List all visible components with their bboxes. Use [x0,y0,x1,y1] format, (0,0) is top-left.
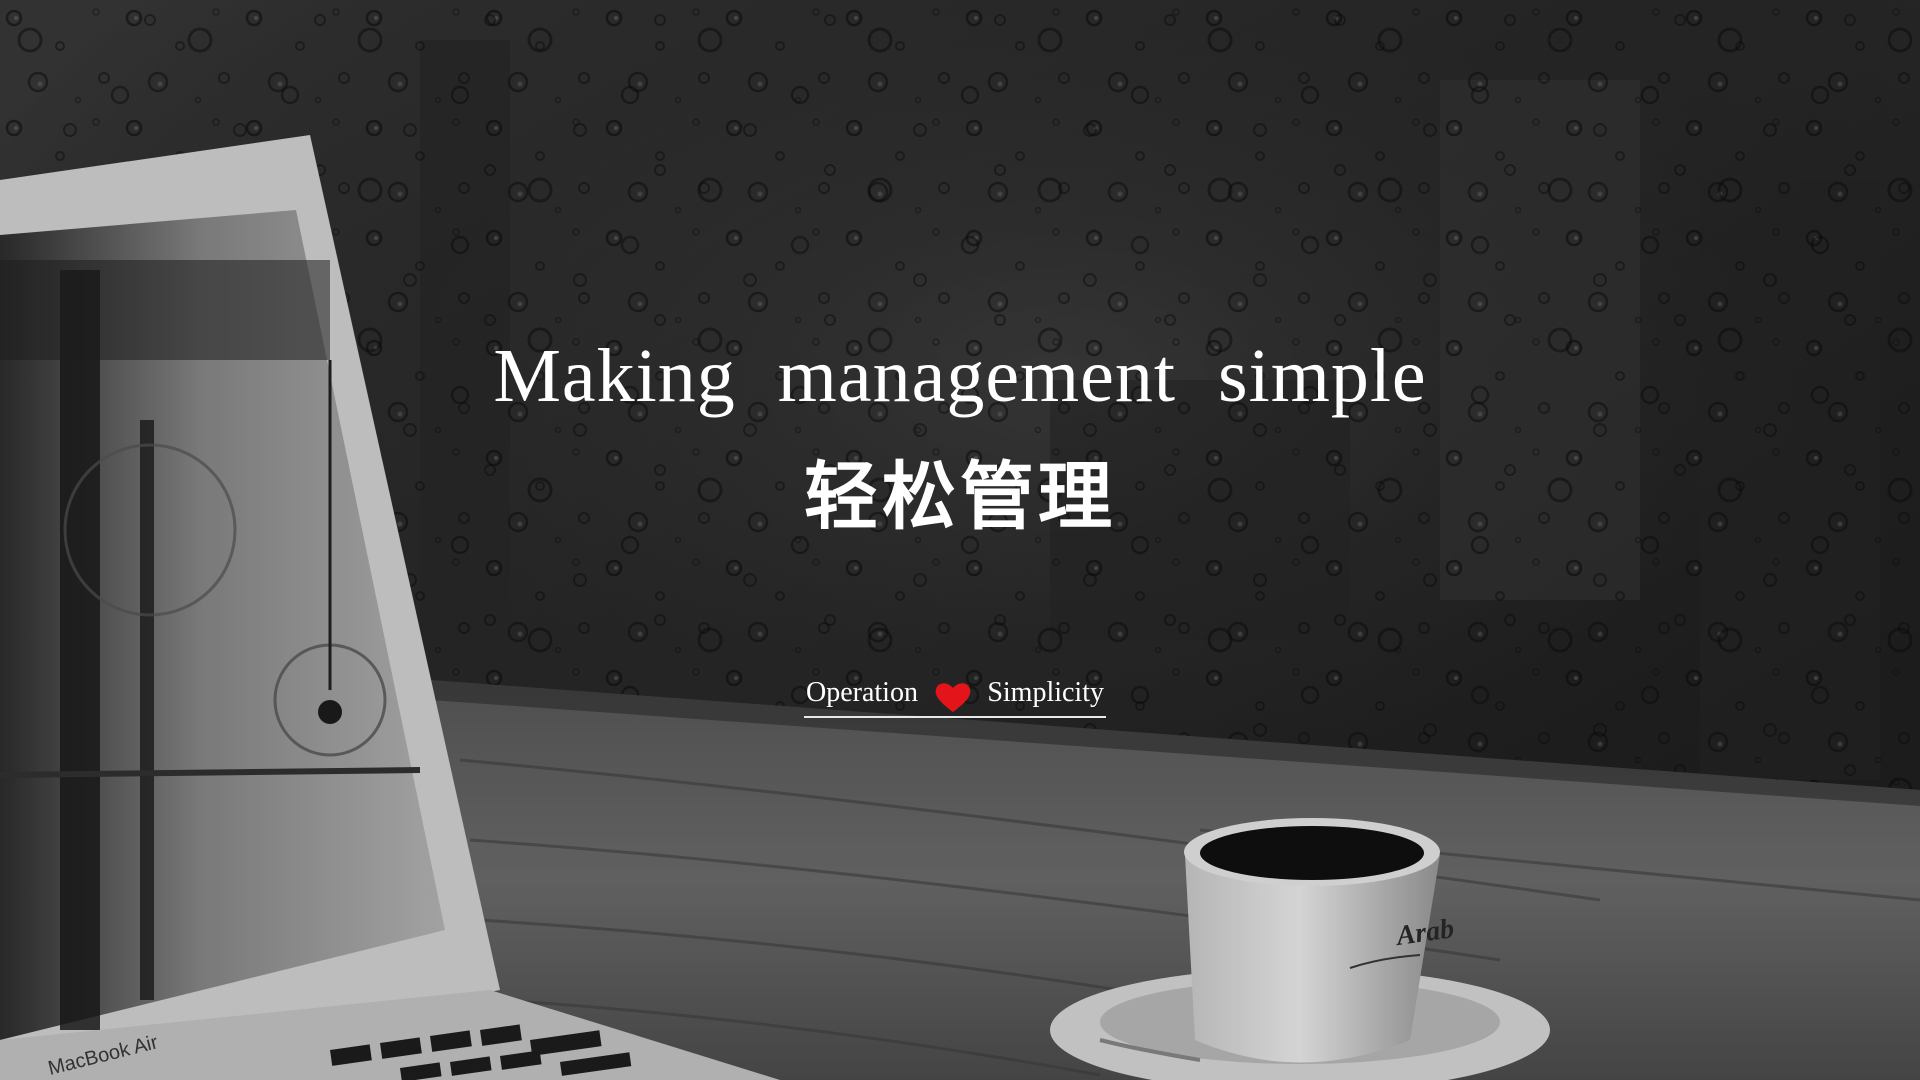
slide: MacBook Air Arab Making management simpl… [0,0,1920,1080]
tagline: Operation Simplicity [804,670,1106,718]
heart-icon [935,683,970,712]
background-photo: MacBook Air Arab [0,0,1920,1080]
headline: Making management simple [493,334,1427,418]
tagline-right: Simplicity [987,677,1104,708]
subtitle-chinese: 轻松管理 [804,454,1116,540]
tagline-left: Operation [806,677,918,708]
